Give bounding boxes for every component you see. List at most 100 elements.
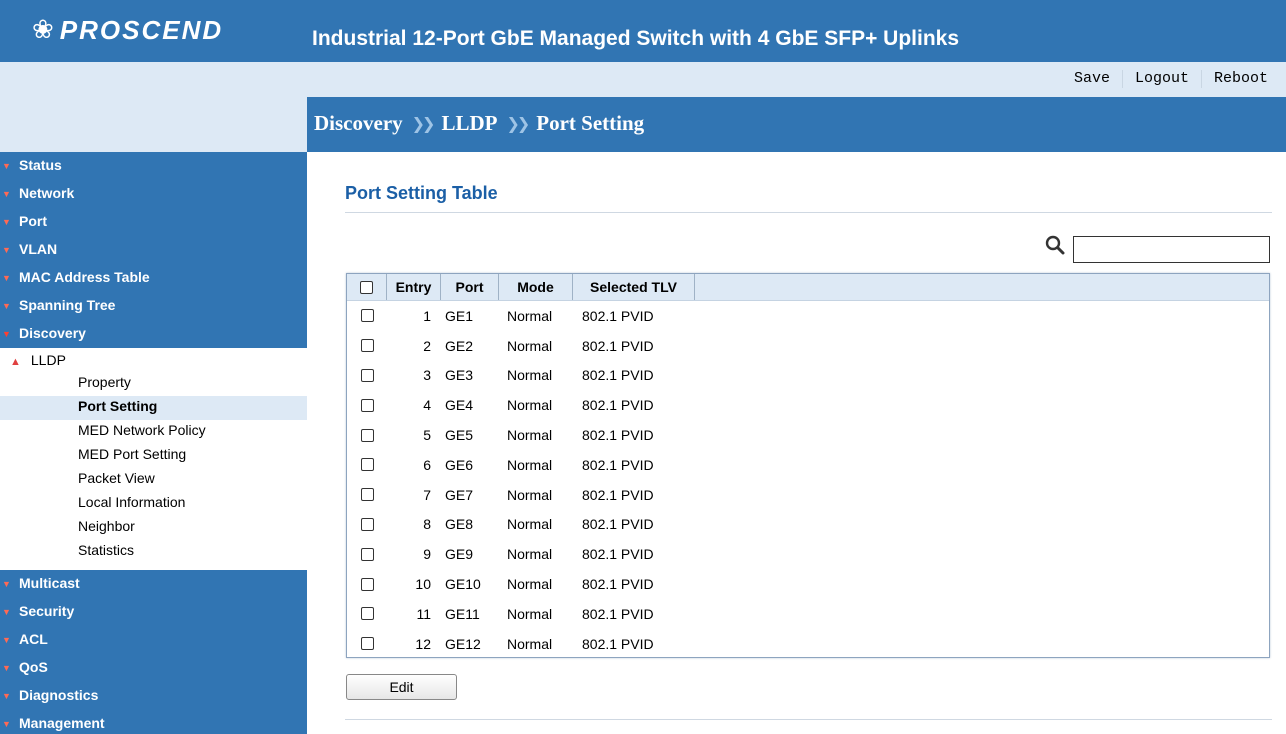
sidebar-item-network[interactable]: ▼ Network — [0, 180, 307, 208]
cell-port: GE6 — [445, 456, 474, 473]
search-input[interactable] — [1073, 236, 1270, 263]
row-checkbox[interactable] — [360, 339, 374, 353]
select-all-checkbox[interactable] — [360, 280, 373, 294]
row-checkbox[interactable] — [360, 398, 374, 412]
table-row[interactable]: 9 GE9 Normal 802.1 PVID — [347, 539, 1269, 569]
save-link[interactable]: Save — [1062, 70, 1122, 88]
table-row[interactable]: 3 GE3 Normal 802.1 PVID — [347, 361, 1269, 391]
table-header: Entry Port Mode Selected TLV — [347, 274, 1269, 301]
table-row[interactable]: 4 GE4 Normal 802.1 PVID — [347, 390, 1269, 420]
sidebar-item-med-port-setting[interactable]: MED Port Setting — [0, 444, 307, 468]
cell-entry: 3 — [423, 367, 431, 384]
edit-button[interactable]: Edit — [346, 674, 457, 700]
cell-selected-tlv: 802.1 PVID — [582, 546, 654, 563]
sidebar-item-security[interactable]: ▼ Security — [0, 598, 307, 626]
cell-entry: 7 — [423, 486, 431, 503]
cell-entry: 6 — [423, 456, 431, 473]
row-checkbox[interactable] — [360, 607, 374, 621]
sidebar-item-discovery[interactable]: ▼ Discovery — [0, 320, 307, 348]
chevron-down-icon: ▼ — [2, 329, 11, 339]
row-checkbox[interactable] — [360, 368, 374, 382]
sidebar-item-management[interactable]: ▼ Management — [0, 710, 307, 734]
sidebar-item-spanning-tree[interactable]: ▼ Spanning Tree — [0, 292, 307, 320]
logout-link[interactable]: Logout — [1123, 70, 1201, 88]
table-row[interactable]: 10 GE10 Normal 802.1 PVID — [347, 569, 1269, 599]
sidebar-item-property[interactable]: Property — [0, 372, 307, 396]
sidebar-item-diagnostics[interactable]: ▼ Diagnostics — [0, 682, 307, 710]
table-row[interactable]: 8 GE8 Normal 802.1 PVID — [347, 510, 1269, 540]
cell-port: GE2 — [445, 337, 474, 354]
cell-port: GE11 — [445, 605, 480, 622]
row-checkbox[interactable] — [360, 517, 374, 531]
cell-entry: 4 — [423, 397, 431, 414]
main-content: Port Setting Table Entry Port Mode Selec… — [307, 152, 1286, 734]
sidebar-item-med-network-policy[interactable]: MED Network Policy — [0, 420, 307, 444]
row-checkbox[interactable] — [360, 428, 374, 442]
table-row[interactable]: 7 GE7 Normal 802.1 PVID — [347, 480, 1269, 510]
sidebar-item-packet-view[interactable]: Packet View — [0, 468, 307, 492]
cell-mode: Normal — [507, 367, 553, 384]
chevron-down-icon: ▼ — [2, 189, 11, 199]
sidebar-item-qos[interactable]: ▼ QoS — [0, 654, 307, 682]
chevron-down-icon: ▼ — [2, 273, 11, 283]
sidebar-item-local-information[interactable]: Local Information — [0, 492, 307, 516]
cell-port: GE9 — [445, 546, 474, 563]
sidebar-item-acl[interactable]: ▼ ACL — [0, 626, 307, 654]
cell-selected-tlv: 802.1 PVID — [582, 456, 654, 473]
sidebar-item-port[interactable]: ▼ Port — [0, 208, 307, 236]
sidebar-item-port-setting[interactable]: Port Setting — [0, 396, 307, 420]
row-checkbox-cell — [347, 517, 387, 531]
table-row[interactable]: 11 GE11 Normal 802.1 PVID — [347, 599, 1269, 629]
product-title: Industrial 12-Port GbE Managed Switch wi… — [312, 27, 960, 50]
row-checkbox[interactable] — [360, 637, 374, 651]
cell-port: GE10 — [445, 576, 481, 593]
cell-mode: Normal — [507, 456, 553, 473]
sidebar-item-vlan[interactable]: ▼ VLAN — [0, 236, 307, 264]
row-checkbox-cell — [347, 547, 387, 561]
row-checkbox[interactable] — [360, 458, 374, 472]
cell-mode: Normal — [507, 307, 553, 324]
table-row[interactable]: 12 GE12 Normal 802.1 PVID — [347, 629, 1269, 659]
reboot-link[interactable]: Reboot — [1202, 70, 1280, 88]
breadcrumb-item-lldp: LLDP — [441, 111, 498, 135]
row-checkbox[interactable] — [360, 547, 374, 561]
column-header-entry[interactable]: Entry — [387, 274, 441, 300]
sidebar-item-neighbor[interactable]: Neighbor — [0, 516, 307, 540]
cell-port: GE4 — [445, 397, 474, 414]
cell-selected-tlv: 802.1 PVID — [582, 397, 654, 414]
table-row[interactable]: 1 GE1 Normal 802.1 PVID — [347, 301, 1269, 331]
sidebar-item-multicast[interactable]: ▼ Multicast — [0, 570, 307, 598]
table-row[interactable]: 5 GE5 Normal 802.1 PVID — [347, 420, 1269, 450]
row-checkbox-cell — [347, 488, 387, 502]
row-checkbox-cell — [347, 577, 387, 591]
column-header-port[interactable]: Port — [441, 274, 499, 300]
column-header-mode[interactable]: Mode — [499, 274, 573, 300]
sidebar-item-mac-address-table[interactable]: ▼ MAC Address Table — [0, 264, 307, 292]
sidebar-item-lldp[interactable]: ▲ LLDP — [10, 352, 66, 368]
chevron-down-icon: ▼ — [2, 161, 11, 171]
table-row[interactable]: 2 GE2 Normal 802.1 PVID — [347, 331, 1269, 361]
cell-mode: Normal — [507, 397, 553, 414]
row-checkbox[interactable] — [360, 577, 374, 591]
cell-mode: Normal — [507, 605, 553, 622]
divider — [345, 719, 1272, 720]
table-row[interactable]: 6 GE6 Normal 802.1 PVID — [347, 450, 1269, 480]
cell-selected-tlv: 802.1 PVID — [582, 635, 654, 652]
cell-mode: Normal — [507, 546, 553, 563]
column-header-selected-tlv[interactable]: Selected TLV — [573, 274, 695, 300]
row-checkbox[interactable] — [360, 309, 374, 323]
cell-selected-tlv: 802.1 PVID — [582, 427, 654, 444]
cell-port: GE3 — [445, 367, 474, 384]
breadcrumb-item-discovery: Discovery — [314, 111, 403, 135]
cell-entry: 9 — [423, 546, 431, 563]
cell-port: GE7 — [445, 486, 474, 503]
row-checkbox[interactable] — [360, 488, 374, 502]
cell-port: GE1 — [445, 307, 474, 324]
cell-mode: Normal — [507, 337, 553, 354]
breadcrumb: Discovery ❯❯ LLDP ❯❯ Port Setting — [307, 97, 1286, 152]
sidebar-item-statistics[interactable]: Statistics — [0, 540, 307, 564]
breadcrumb-separator-icon: ❯❯ — [506, 114, 530, 133]
cell-mode: Normal — [507, 486, 553, 503]
cell-selected-tlv: 802.1 PVID — [582, 367, 654, 384]
sidebar-item-status[interactable]: ▼ Status — [0, 152, 307, 180]
